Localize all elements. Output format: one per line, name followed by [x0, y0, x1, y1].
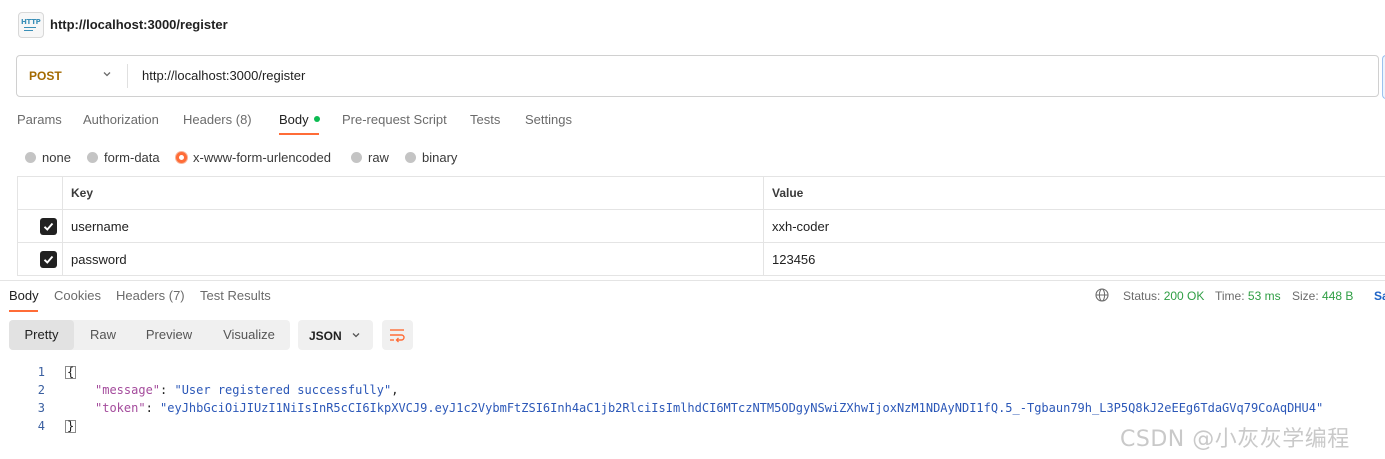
wrap-lines-button[interactable] — [382, 320, 413, 350]
line-number: 3 — [37, 401, 45, 415]
radio-form-data[interactable]: form-data — [87, 150, 160, 165]
row-checkbox[interactable] — [40, 218, 57, 235]
radio-circle-icon — [405, 151, 416, 163]
time-readout: Time: 53 ms — [1215, 289, 1281, 303]
json-string-value: "User registered successfully" — [174, 383, 392, 397]
request-title: http://localhost:3000/register — [50, 17, 228, 32]
code-line: } — [65, 419, 77, 433]
active-tab-underline — [279, 133, 319, 135]
response-tab-headers[interactable]: Headers (7) — [116, 288, 185, 303]
column-header-key: Key — [71, 186, 94, 200]
url-bar: POST http://localhost:3000/register — [16, 55, 1379, 97]
params-table: Key Value username xxh-coder password 12… — [17, 176, 1385, 281]
tab-params[interactable]: Params — [17, 112, 62, 127]
url-divider — [127, 64, 128, 88]
status-code: 200 OK — [1163, 289, 1205, 303]
time-value: 53 ms — [1247, 289, 1281, 303]
close-brace: } — [65, 419, 77, 433]
save-response-button[interactable]: Sa — [1374, 289, 1385, 303]
chevron-down-icon[interactable] — [101, 68, 113, 80]
line-number: 2 — [37, 383, 45, 397]
line-number: 4 — [37, 419, 45, 433]
json-string-value: "eyJhbGciOiJIUzI1NiIsInR5cCI6IkpXVCJ9.ey… — [160, 401, 1324, 415]
code-line: "token": "eyJhbGciOiJIUzI1NiIsInR5cCI6Ik… — [95, 401, 1324, 415]
response-pane-divider[interactable] — [0, 280, 1385, 281]
http-file-icon: HTTP — [18, 12, 44, 38]
tab-pre-request-script[interactable]: Pre-request Script — [342, 112, 447, 127]
row-key-input[interactable]: username — [71, 219, 129, 234]
response-tab-body[interactable]: Body — [9, 288, 39, 303]
view-mode-toggle: Pretty Raw Preview Visualize — [9, 320, 290, 350]
json-key: "message" — [95, 383, 161, 397]
view-mode-raw[interactable]: Raw — [79, 320, 127, 350]
size-value: 448 B — [1322, 289, 1354, 303]
globe-icon[interactable] — [1095, 288, 1109, 302]
open-brace: { — [65, 365, 77, 379]
radio-circle-icon — [87, 151, 98, 163]
view-mode-preview[interactable]: Preview — [135, 320, 203, 350]
radio-circle-icon — [25, 151, 36, 163]
tab-body-label: Body — [279, 112, 309, 127]
radio-x-www-form-urlencoded[interactable]: x-www-form-urlencoded — [176, 150, 331, 165]
view-mode-pretty[interactable]: Pretty — [9, 320, 74, 350]
watermark: CSDN @小灰灰学编程 — [1120, 427, 1350, 452]
table-header-row: Key Value — [17, 177, 1385, 210]
tab-headers[interactable]: Headers (8) — [183, 112, 252, 127]
active-response-tab-underline — [9, 310, 38, 312]
row-checkbox[interactable] — [40, 251, 57, 268]
code-line: { — [65, 365, 77, 379]
table-row: username xxh-coder — [17, 210, 1385, 243]
radio-raw[interactable]: raw — [351, 150, 389, 165]
tab-body[interactable]: Body — [279, 112, 320, 127]
row-value-input[interactable]: 123456 — [772, 252, 815, 267]
body-indicator-dot — [313, 116, 320, 122]
url-input[interactable]: http://localhost:3000/register — [142, 68, 305, 83]
tab-authorization[interactable]: Authorization — [83, 112, 159, 127]
chevron-down-icon — [352, 333, 360, 338]
size-readout: Size: 448 B — [1292, 289, 1354, 303]
json-key: "token" — [95, 401, 146, 415]
radio-circle-icon — [351, 151, 362, 163]
table-row: password 123456 — [17, 243, 1385, 276]
view-mode-visualize[interactable]: Visualize — [210, 320, 288, 350]
response-tab-test-results[interactable]: Test Results — [200, 288, 271, 303]
wrap-lines-icon — [390, 329, 405, 343]
format-select[interactable]: JSON — [298, 320, 373, 350]
radio-none[interactable]: none — [25, 150, 71, 165]
radio-binary[interactable]: binary — [405, 150, 457, 165]
radio-selected-icon — [176, 151, 187, 163]
column-header-value: Value — [772, 186, 804, 200]
line-number: 1 — [37, 365, 45, 379]
checkmark-icon — [43, 222, 54, 231]
tab-settings[interactable]: Settings — [525, 112, 572, 127]
method-select[interactable]: POST — [29, 69, 62, 83]
row-key-input[interactable]: password — [71, 252, 127, 267]
checkmark-icon — [43, 255, 54, 264]
tab-tests[interactable]: Tests — [470, 112, 500, 127]
response-tab-cookies[interactable]: Cookies — [54, 288, 101, 303]
row-value-input[interactable]: xxh-coder — [772, 219, 829, 234]
code-line: "message": "User registered successfully… — [95, 383, 399, 397]
status-readout: Status: 200 OK — [1123, 289, 1205, 303]
